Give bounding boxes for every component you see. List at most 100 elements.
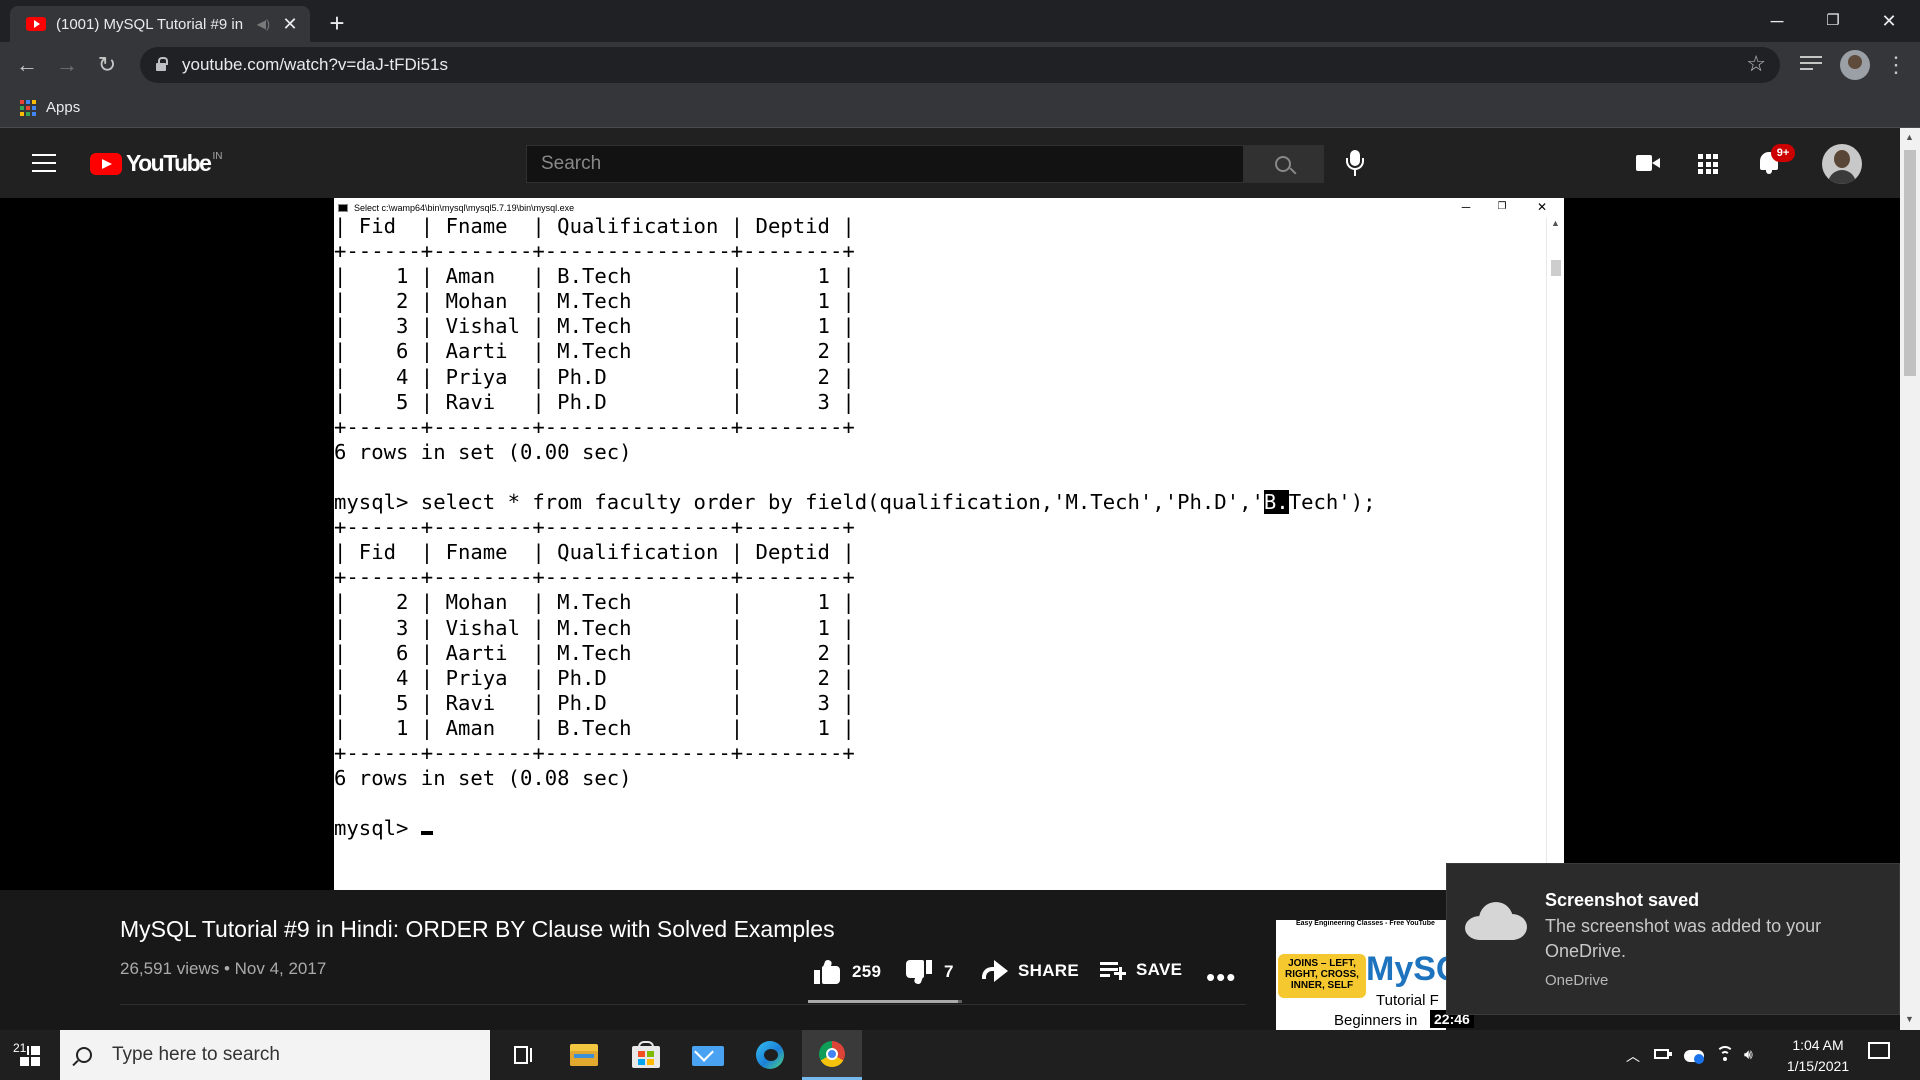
console-line: +------+--------+---------------+-------…: [334, 740, 855, 765]
mouse-pointer-icon: [1237, 514, 1247, 530]
console-title-bar: Select c:\wamp64\bin\mysql\mysql5.7.19\b…: [338, 201, 574, 215]
tray-overflow-chevron-icon[interactable]: ︿: [1626, 1046, 1640, 1066]
console-close-icon: ✕: [1536, 200, 1548, 214]
cloud-icon: [1465, 900, 1527, 940]
console-row: | 1 | Aman | B.Tech | 1 |: [334, 264, 855, 289]
browser-tab-active[interactable]: (1001) MySQL Tutorial #9 in ◀) ✕: [10, 6, 310, 42]
clock-date: 1/15/2021: [1786, 1058, 1850, 1074]
suggested-video-thumbnail[interactable]: Easy Engineering Classes - Free YouTube …: [1276, 920, 1446, 1030]
youtube-wordmark: YouTube: [126, 150, 212, 176]
console-row: | 5 | Ravi | Ph.D | 3 |: [334, 690, 855, 715]
youtube-apps-icon[interactable]: [1698, 154, 1718, 174]
youtube-search-input[interactable]: Search: [526, 145, 1244, 183]
like-dislike-ratio-bar: [808, 1000, 962, 1003]
hamburger-menu-icon[interactable]: [32, 154, 56, 172]
console-scrollbar: ▲ ▼: [1546, 218, 1564, 890]
address-bar[interactable]: youtube.com/watch?v=daJ-tFDi51s ☆: [140, 47, 1780, 83]
thumbs-down-icon: [906, 960, 932, 985]
chrome-menu-icon[interactable]: ⋮: [1885, 50, 1907, 80]
console-row: | 2 | Mohan | M.Tech | 1 |: [334, 289, 855, 314]
onedrive-toast-notification[interactable]: Screenshot saved The screenshot was adde…: [1446, 863, 1900, 1015]
cmd-window-icon: [338, 204, 348, 212]
thumbnail-channel-text: Easy Engineering Classes - Free YouTube: [1296, 920, 1435, 927]
back-arrow-icon[interactable]: ←: [12, 50, 42, 80]
console-row: | 6 | Aarti | M.Tech | 2 |: [334, 640, 855, 665]
console-row: | 1 | Aman | B.Tech | 1 |: [334, 715, 855, 740]
page-scrollbar[interactable]: ▲ ▼: [1900, 128, 1920, 1030]
save-button[interactable]: SAVE: [1100, 960, 1182, 980]
close-window-button[interactable]: ✕: [1866, 6, 1912, 36]
new-tab-button[interactable]: +: [322, 8, 352, 39]
start-button[interactable]: [0, 1030, 60, 1080]
like-button[interactable]: 259: [814, 959, 881, 984]
console-prompt-line: mysql>: [334, 816, 1376, 841]
console-line: +------+--------+---------------+-------…: [334, 239, 855, 264]
apps-grid-icon[interactable]: [20, 99, 36, 116]
file-explorer-icon[interactable]: [554, 1030, 614, 1080]
console-line: +------+--------+---------------+-------…: [334, 414, 855, 439]
toast-message: The screenshot was added to your OneDriv…: [1545, 916, 1822, 961]
console-row: | 4 | Priya | Ph.D | 2 |: [334, 364, 855, 389]
lock-icon: [156, 57, 168, 71]
thumbnail-logo-text: MySQ: [1366, 950, 1446, 988]
taskbar-search-box[interactable]: Type here to search: [60, 1030, 490, 1080]
video-views-date: 26,591 views • Nov 4, 2017: [120, 959, 327, 978]
media-controls-icon[interactable]: [1800, 56, 1822, 74]
microphone-icon[interactable]: [1345, 150, 1365, 178]
console-line: | Fid | Fname | Qualification | Deptid |: [334, 540, 855, 565]
divider: [120, 1004, 1246, 1005]
restore-window-button[interactable]: ❐: [1810, 6, 1856, 36]
url-text: youtube.com/watch?v=daJ-tFDi51s: [182, 55, 448, 74]
apps-bookmark[interactable]: Apps: [46, 99, 80, 116]
console-line: +------+--------+---------------+-------…: [334, 565, 855, 590]
playlist-add-icon: [1100, 960, 1126, 980]
tab-close-icon[interactable]: ✕: [280, 14, 300, 35]
tab-title: (1001) MySQL Tutorial #9 in: [56, 15, 244, 33]
youtube-favicon-icon: [26, 17, 46, 31]
thumbnail-line-2: Beginners in: [1334, 1012, 1418, 1029]
forward-arrow-icon[interactable]: →: [52, 50, 82, 80]
mail-icon[interactable]: [678, 1030, 738, 1080]
country-code: IN: [212, 151, 223, 162]
console-row: | 4 | Priya | Ph.D | 2 |: [334, 665, 855, 690]
onedrive-tray-icon[interactable]: [1684, 1046, 1704, 1064]
console-line: +------+--------+---------------+-------…: [334, 515, 855, 540]
battery-icon[interactable]: [1654, 1046, 1672, 1062]
toast-title: Screenshot saved: [1545, 890, 1700, 910]
console-result-line: 6 rows in set (0.00 sec): [334, 439, 632, 464]
notification-badge: 9+: [1771, 144, 1795, 162]
minimize-window-button[interactable]: ─: [1754, 6, 1800, 36]
youtube-account-avatar[interactable]: [1822, 144, 1862, 184]
share-button[interactable]: SHARE: [982, 960, 1079, 982]
volume-icon[interactable]: 🔊︎: [1744, 1046, 1762, 1062]
dislike-button[interactable]: 7: [906, 960, 954, 985]
windows-taskbar: Type here to search ︿ 🔊︎ 1:04 AM 1/15/20…: [0, 1030, 1920, 1080]
wifi-icon[interactable]: [1716, 1046, 1734, 1062]
speaker-icon[interactable]: ◀): [257, 17, 270, 31]
bookmark-star-icon[interactable]: ☆: [1746, 51, 1766, 77]
console-row: | 3 | Vishal | M.Tech | 1 |: [334, 314, 855, 339]
console-row: | 2 | Mohan | M.Tech | 1 |: [334, 590, 855, 615]
taskbar-clock[interactable]: 1:04 AM 1/15/2021: [1770, 1035, 1866, 1077]
search-icon: [76, 1047, 92, 1063]
more-actions-icon[interactable]: •••: [1206, 962, 1236, 993]
chrome-profile-avatar[interactable]: [1840, 50, 1870, 80]
youtube-logo[interactable]: YouTube IN: [90, 150, 222, 177]
microsoft-store-icon[interactable]: [616, 1030, 676, 1080]
thumbnail-line-1: Tutorial F: [1376, 992, 1439, 1009]
browser-toolbar: ← → ↻ youtube.com/watch?v=daJ-tFDi51s ☆ …: [0, 42, 1920, 88]
action-center-icon[interactable]: [1868, 1042, 1894, 1066]
save-label: SAVE: [1136, 960, 1183, 979]
reload-icon[interactable]: ↻: [92, 50, 122, 80]
thumbs-up-icon: [814, 959, 840, 984]
create-video-icon[interactable]: [1636, 154, 1660, 172]
video-frame-mysql-console: Select c:\wamp64\bin\mysql\mysql5.7.19\b…: [334, 198, 1564, 890]
task-view-icon[interactable]: [492, 1030, 552, 1080]
search-icon[interactable]: [1244, 145, 1324, 183]
console-output: | Fid | Fname | Qualification | Deptid |…: [334, 214, 1376, 841]
thumbnail-badge: JOINS – LEFT, RIGHT, CROSS, INNER, SELF: [1278, 954, 1366, 998]
edge-browser-icon[interactable]: [740, 1030, 800, 1080]
share-label: SHARE: [1018, 961, 1080, 980]
chrome-browser-icon[interactable]: [802, 1030, 862, 1080]
taskbar-search-placeholder: Type here to search: [112, 1044, 280, 1065]
